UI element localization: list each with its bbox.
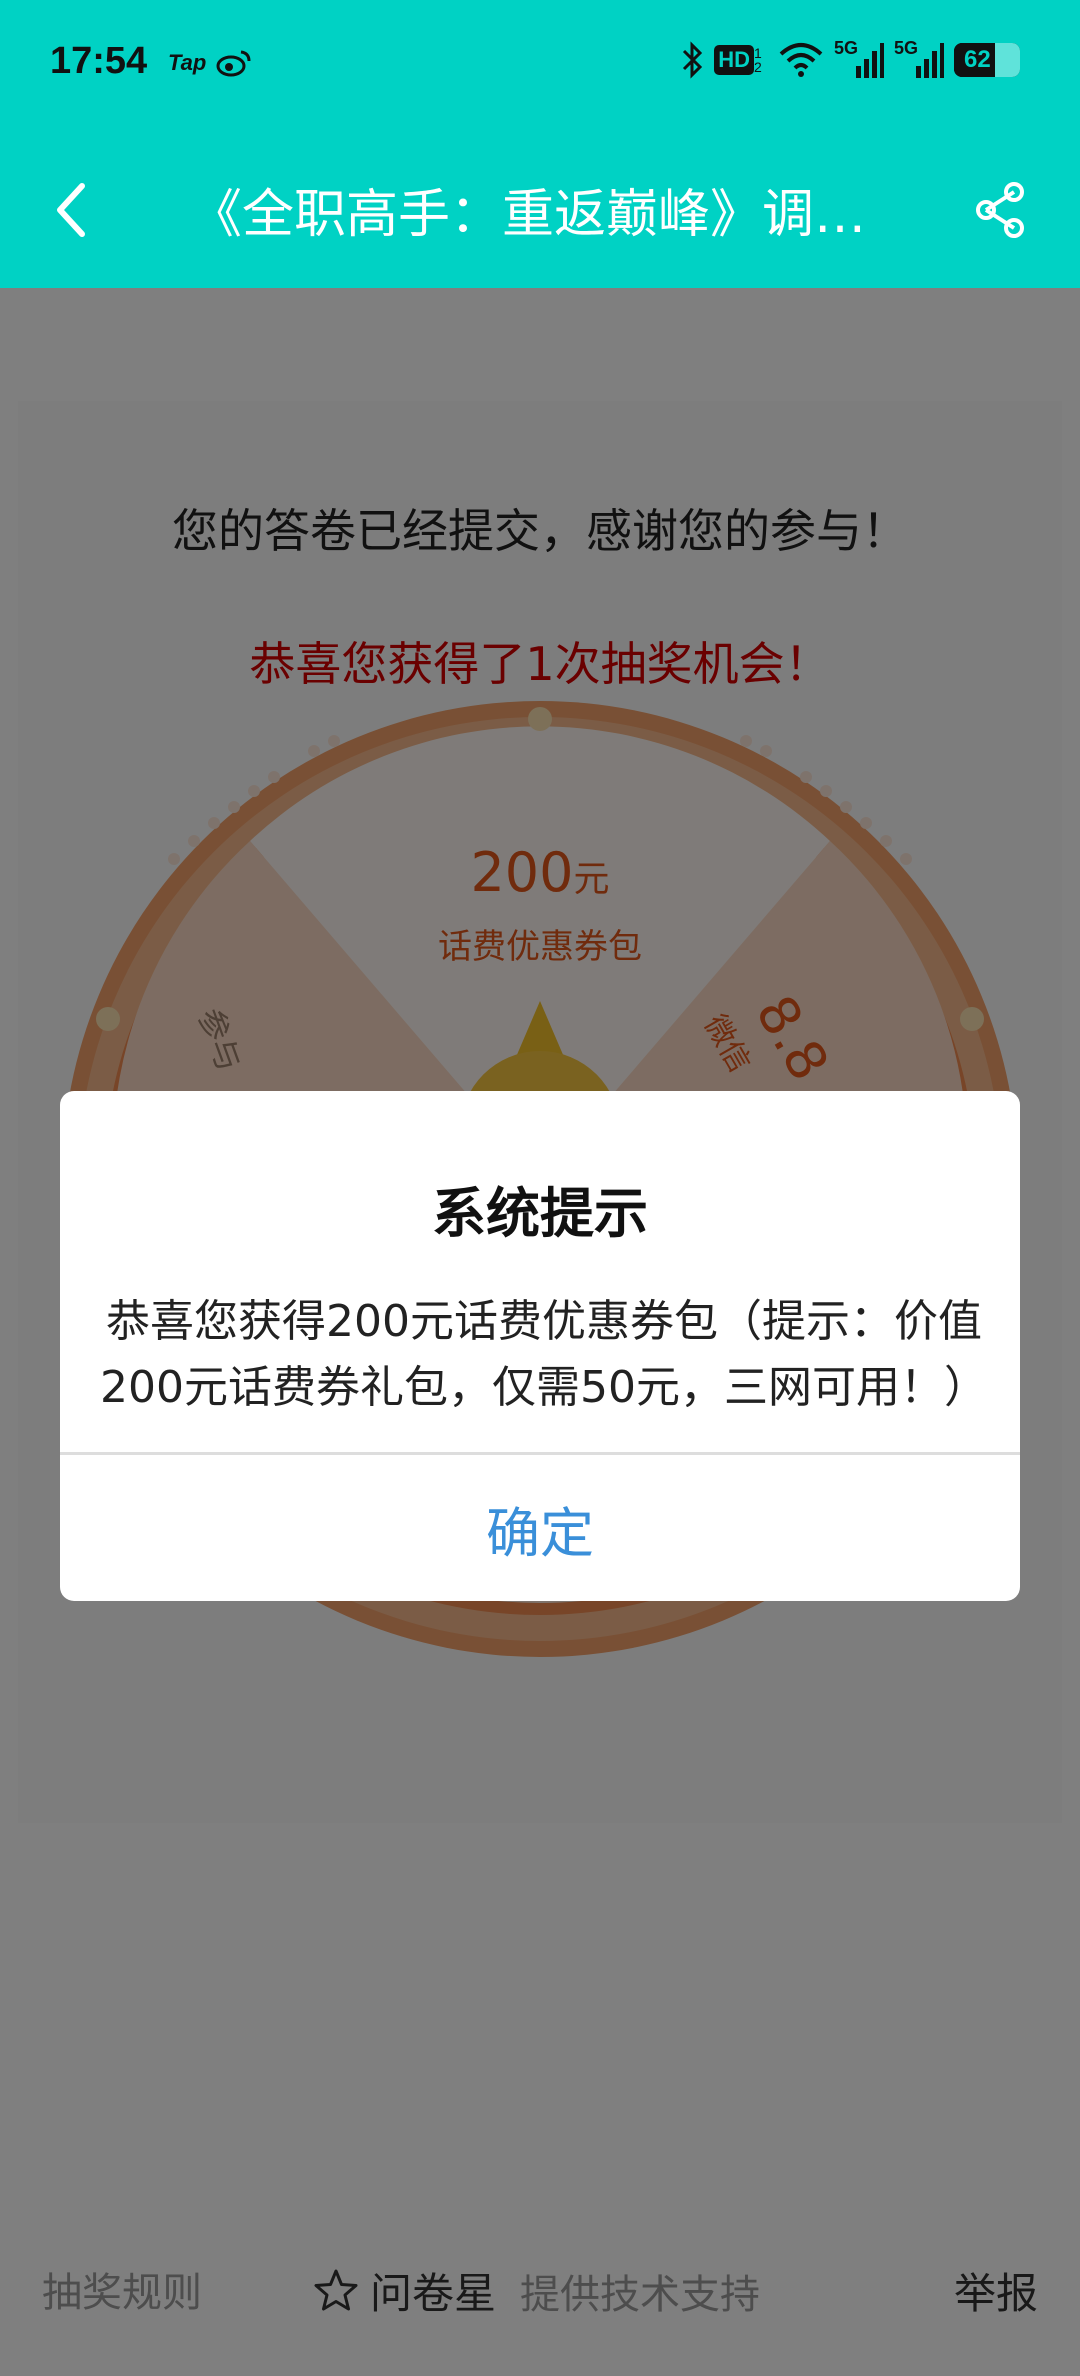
status-time: 17:54: [50, 40, 148, 82]
dialog-message: 恭喜您获得200元话费优惠券包（提示：价值200元话费券礼包，仅需50元，三网可…: [100, 1296, 988, 1413]
app-header: 《全职高手：重返巅峰》调查问卷: [0, 130, 1080, 288]
bluetooth-icon: [680, 41, 704, 79]
hd-sub: 1 2: [754, 45, 762, 75]
tap-app-icon: Tap: [168, 50, 207, 75]
signal-5g-icon-2: 5G: [894, 38, 944, 80]
back-button[interactable]: [50, 175, 100, 245]
share-icon: [976, 182, 1024, 238]
weibo-icon: [216, 48, 252, 82]
status-icons: HD 1 2 5G 5G 62: [680, 38, 1020, 80]
battery-icon: 62: [954, 43, 1020, 77]
share-button[interactable]: [970, 180, 1030, 240]
system-prompt-dialog: 系统提示 恭喜您获得200元话费优惠券包（提示：价值200元话费券礼包，仅需50…: [60, 1091, 1020, 1601]
hd-label: HD: [714, 45, 754, 75]
hd-icon: HD 1 2: [714, 45, 768, 75]
confirm-button[interactable]: 确定: [60, 1455, 1020, 1601]
chevron-left-icon: [57, 183, 85, 237]
signal-5g-icon: 5G: [834, 38, 884, 80]
wifi-icon: [778, 42, 824, 78]
page-title: 《全职高手：重返巅峰》调查问卷: [190, 185, 910, 245]
battery-level: 62: [964, 46, 991, 73]
status-bar: 17:54 Tap HD 1 2 5G 5G 62: [0, 0, 1080, 130]
dialog-title: 系统提示: [432, 1182, 648, 1245]
